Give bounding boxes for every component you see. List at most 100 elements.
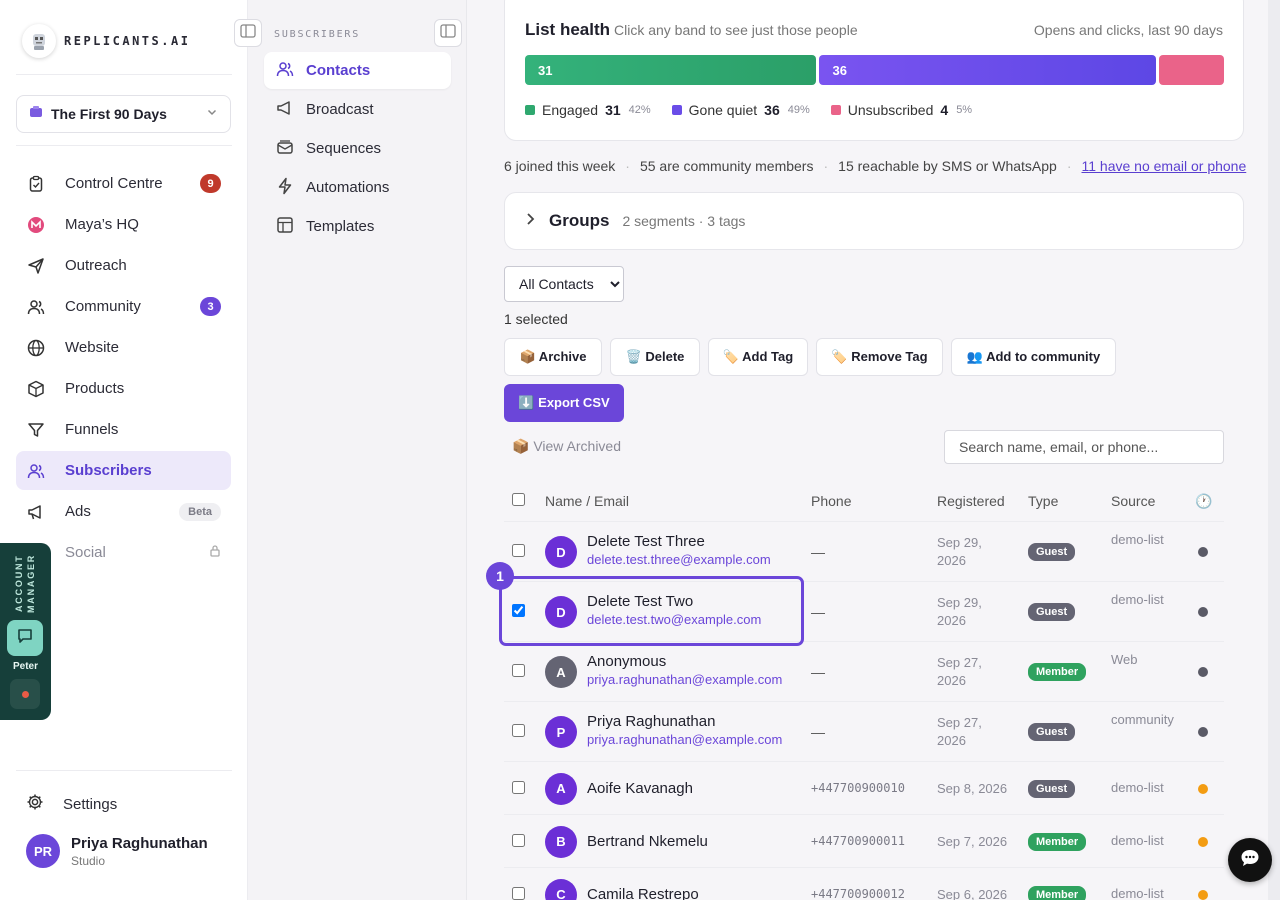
row-checkbox[interactable] [512, 664, 525, 677]
band-gone-quiet[interactable]: 36 [819, 55, 1156, 85]
chat-bubble-icon [1239, 847, 1261, 874]
nav-item-community[interactable]: Community 3 [16, 287, 231, 326]
band-unsubscribed[interactable] [1158, 55, 1224, 85]
name-email-cell[interactable]: Priya Raghunathan priya.raghunathan@examp… [587, 713, 782, 747]
activity-status-dot [1198, 783, 1208, 794]
row-checkbox[interactable] [512, 833, 525, 847]
table-row[interactable]: P Priya Raghunathan priya.raghunathan@exam… [504, 702, 1224, 762]
tab-label: Sequences [306, 140, 382, 157]
no-contact-link[interactable]: 11 have no email or phone [1082, 158, 1247, 174]
legend-count: 31 [605, 102, 621, 118]
delete-button[interactable]: 🗑️ Delete [610, 338, 700, 376]
legend-swatch [830, 105, 841, 115]
name-email-cell[interactable]: Camila Restrepo [587, 886, 699, 900]
activity-status-dot [1198, 667, 1208, 677]
export-csv-button[interactable]: ⬇️ Export CSV [504, 384, 624, 422]
row-checkbox[interactable] [512, 780, 525, 794]
table-row[interactable]: C Camila Restrepo +447700900012 Sep 6, 2026… [504, 868, 1224, 900]
nav-item-mayas-hq[interactable]: Maya’s HQ [16, 205, 231, 244]
nav-item-website[interactable]: Website [16, 328, 231, 367]
stat-reachable: 15 reachable by SMS or WhatsApp [838, 158, 1057, 174]
remove-tag-button[interactable]: 🏷️ Remove Tag [816, 338, 943, 376]
tab-templates[interactable]: Templates [264, 208, 451, 245]
name-email-cell[interactable]: Aoife Kavanagh [587, 780, 693, 797]
band-engaged[interactable]: 31 [525, 55, 817, 85]
avatar: B [545, 825, 577, 858]
name-email-cell[interactable]: Anonymous priya.raghunathan@example.com [587, 653, 782, 687]
legend-unsubscribed[interactable]: Unsubscribed 4 5% [830, 102, 972, 118]
legend-gone-quiet[interactable]: Gone quiet 36 49% [671, 102, 810, 118]
subscribers-subnav: SUBSCRIBERS Contacts Broadcast Sequences… [248, 0, 467, 900]
tab-label: Contacts [306, 62, 371, 79]
legend-label: Unsubscribed [847, 102, 934, 118]
add-tag-button[interactable]: 🏷️ Add Tag [708, 338, 808, 376]
column-name[interactable]: Name / Email [545, 493, 629, 509]
view-archived-link[interactable]: 📦 View Archived [512, 438, 621, 455]
subnav-toggle-button[interactable] [434, 19, 462, 47]
nav-item-control-centre[interactable]: Control Centre 9 [16, 164, 231, 203]
contact-name: Bertrand Nkemelu [587, 832, 708, 850]
table-row[interactable]: D Delete Test Three delete.test.three@exam… [504, 522, 1224, 582]
activity-status-dot [1198, 836, 1208, 847]
settings-link[interactable]: Settings [16, 785, 231, 823]
record-button[interactable] [10, 679, 40, 709]
type-badge: Member [1028, 885, 1087, 900]
tab-contacts[interactable]: Contacts [264, 52, 451, 89]
robot-logo-icon [22, 24, 56, 58]
nav-item-products[interactable]: Products [16, 369, 231, 408]
brand-logo[interactable]: REPLICANTS.AI [22, 24, 190, 58]
nav-label: Social [65, 544, 106, 561]
column-registered[interactable]: Registered [937, 493, 1005, 509]
tab-label: Broadcast [306, 101, 374, 118]
activity-status-dot [1198, 607, 1208, 617]
row-checkbox[interactable] [512, 886, 525, 900]
support-chat-button[interactable] [1228, 838, 1272, 882]
groups-panel[interactable]: Groups 2 segments · 3 tags [504, 192, 1244, 250]
contact-phone: +447700900012 [811, 886, 905, 900]
column-phone[interactable]: Phone [811, 493, 851, 509]
legend-engaged[interactable]: Engaged 31 42% [525, 102, 651, 118]
tab-automations[interactable]: Automations [264, 169, 451, 206]
name-email-cell[interactable]: Delete Test Three delete.test.three@examp… [587, 533, 771, 567]
nav-label: Community [65, 298, 141, 315]
avatar: C [545, 878, 577, 900]
subnav-heading: SUBSCRIBERS [274, 29, 361, 40]
name-email-cell[interactable]: Bertrand Nkemelu [587, 833, 708, 850]
tab-broadcast[interactable]: Broadcast [264, 91, 451, 128]
contact-name: Delete Test Three [587, 533, 705, 550]
chevron-right-icon [523, 212, 537, 231]
select-all-checkbox[interactable] [512, 493, 525, 506]
nav-item-funnels[interactable]: Funnels [16, 410, 231, 449]
add-to-community-button[interactable]: 👥 Add to community [951, 338, 1116, 376]
workspace-selector[interactable]: The First 90 Days [16, 95, 231, 133]
table-row[interactable]: A Anonymous priya.raghunathan@example.com —… [504, 642, 1224, 702]
stat-community: 55 are community members [639, 158, 814, 174]
account-manager-name: Peter [12, 661, 38, 672]
nav-item-ads[interactable]: Ads Beta [16, 492, 231, 531]
globe-icon [26, 338, 46, 358]
search-input[interactable] [944, 430, 1224, 464]
column-recent-activity[interactable]: 🕐 [1195, 493, 1212, 510]
list-health-card: List health Click any band to see just t… [504, 0, 1244, 141]
band-count: 31 [538, 62, 553, 78]
template-icon [276, 216, 294, 238]
column-source[interactable]: Source [1111, 493, 1155, 509]
contact-filter-select[interactable]: All Contacts [504, 266, 624, 302]
users-icon [26, 297, 46, 317]
clipboard-icon [26, 174, 46, 194]
nav-item-outreach[interactable]: Outreach [16, 246, 231, 285]
tab-sequences[interactable]: Sequences [264, 130, 451, 167]
user-profile[interactable]: PR Priya Raghunathan Studio [26, 834, 208, 868]
groups-summary: 2 segments · 3 tags [622, 213, 746, 229]
panel-toggle-icon [440, 23, 456, 43]
row-checkbox[interactable] [512, 544, 525, 557]
sidebar-toggle-button[interactable] [234, 19, 262, 47]
row-checkbox[interactable] [512, 724, 525, 737]
stat-joined: 6 joined this week [504, 158, 616, 174]
archive-button[interactable]: 📦 Archive [504, 338, 602, 376]
nav-item-subscribers[interactable]: Subscribers [16, 451, 231, 490]
column-type[interactable]: Type [1028, 493, 1058, 509]
table-row[interactable]: A Aoife Kavanagh +447700900010 Sep 8, 2026 G… [504, 762, 1224, 815]
table-row[interactable]: B Bertrand Nkemelu +447700900011 Sep 7, 202… [504, 815, 1224, 868]
chat-button[interactable] [7, 620, 43, 656]
